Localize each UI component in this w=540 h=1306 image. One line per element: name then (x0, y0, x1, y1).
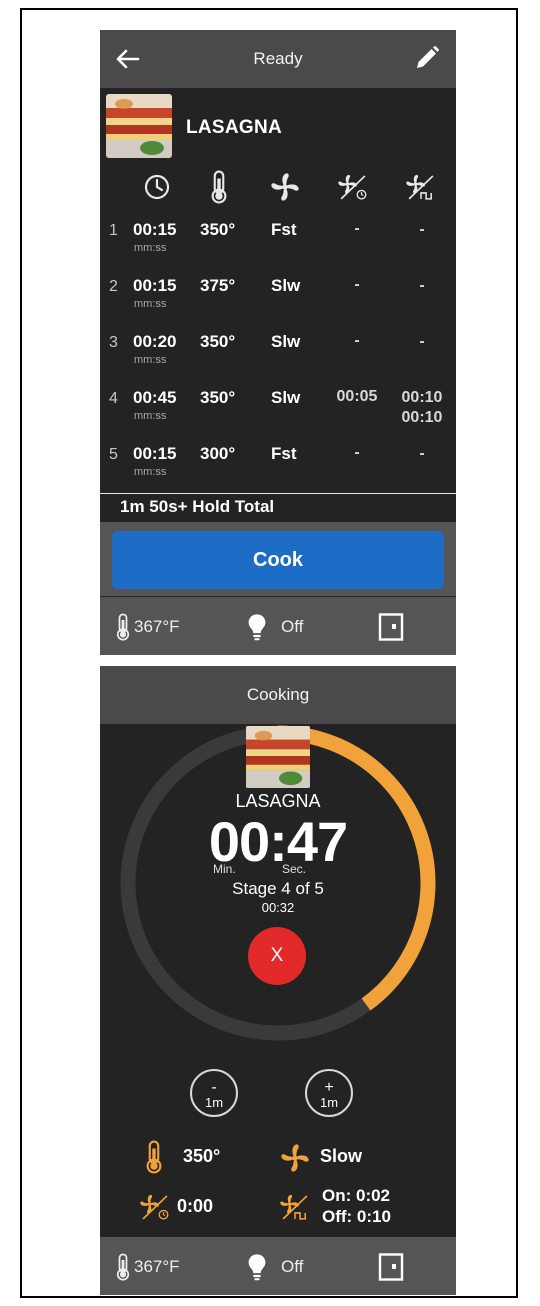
door-icon[interactable] (378, 613, 404, 641)
stage-number: 5 (109, 446, 118, 463)
cooking-temp: 350° (183, 1146, 221, 1166)
stage-fan: Fst (271, 444, 297, 463)
stage-cycle: - (354, 332, 360, 349)
countdown-timer: 00:47 (208, 810, 348, 873)
oven-thermometer-icon (114, 1253, 132, 1281)
stage-time: 00:45 (133, 388, 177, 407)
stage-fan: Fst (271, 220, 297, 239)
oven-thermometer-icon (114, 613, 132, 641)
ready-status-bar: 367°F Off (100, 597, 456, 655)
minus-sign: - (211, 1079, 217, 1096)
fan-pulse-icon (406, 174, 434, 200)
cooking-fan: Slow (320, 1146, 363, 1166)
stage-pulse: - (419, 277, 425, 294)
stage-pulse: - (419, 333, 425, 350)
fan-cycle-icon (140, 1194, 169, 1220)
edit-pencil-icon[interactable] (414, 45, 440, 71)
stage-row[interactable]: 4 00:45 mm:ss 350° Slw 00:05 00:10 00:10 (100, 384, 456, 440)
oven-temperature: 367°F (134, 1257, 180, 1276)
fan-pulse-icon (280, 1194, 308, 1220)
stage-time-unit: mm:ss (134, 242, 167, 254)
minus-1m-button[interactable]: - 1m (190, 1069, 238, 1117)
stage-fan: Slw (271, 388, 301, 407)
stage-pulse: 00:10 00:10 (394, 388, 450, 428)
thermometer-icon (144, 1140, 164, 1174)
seconds-label: Sec. (282, 862, 307, 876)
stage-pulse-off: 00:10 (401, 409, 443, 426)
stage-pulse-on: 00:10 (401, 389, 443, 406)
stage-pulse: - (419, 221, 425, 238)
light-status: Off (281, 617, 304, 636)
stage-time-unit: mm:ss (134, 354, 167, 366)
stage-fan: Slw (271, 332, 301, 351)
plus-1m-button[interactable]: + 1m (305, 1069, 353, 1117)
stage-row[interactable]: 5 00:15 mm:ss 300° Fst - - (100, 440, 456, 496)
cook-button[interactable]: Cook (112, 531, 444, 589)
thermometer-icon (209, 170, 229, 204)
minus-amount: 1m (204, 1095, 224, 1110)
minutes-label: Min. (213, 862, 236, 876)
stage-number: 4 (109, 390, 118, 407)
stage-indicator: Stage 4 of 5 (232, 879, 324, 898)
plus-sign: + (324, 1079, 334, 1096)
stage-number: 2 (109, 278, 118, 295)
stop-button[interactable]: X (248, 927, 306, 985)
fan-cycle-icon (338, 174, 367, 200)
stage-temp: 350° (200, 388, 236, 407)
stage-time: 00:15 (133, 220, 177, 239)
cooking-status-bar: 367°F Off (100, 1237, 456, 1295)
recipe-name: LASAGNA (186, 117, 283, 138)
time-icon (144, 174, 170, 200)
stage-cycle: - (354, 276, 360, 293)
door-icon[interactable] (378, 1253, 404, 1281)
stage-cycle: - (354, 220, 360, 237)
stage-time: 00:20 (133, 332, 177, 351)
stage-time-unit: mm:ss (134, 410, 167, 422)
stage-row[interactable]: 2 00:15 mm:ss 375° Slw - - (100, 272, 456, 328)
pulse-off: Off: 0:10 (322, 1207, 391, 1226)
cooking-top-bar: Cooking (100, 666, 456, 724)
cooking-screen: Cooking LASAGNA 00:47 Min. Sec. Stage 4 … (100, 666, 456, 1295)
stage-pulse: - (419, 445, 425, 462)
ready-title: Ready (253, 49, 303, 68)
stage-row[interactable]: 1 00:15 mm:ss 350° Fst - - (100, 216, 456, 272)
stage-temp: 350° (200, 332, 236, 351)
cooking-title: Cooking (246, 685, 310, 704)
plus-amount: 1m (319, 1095, 339, 1110)
cooking-cycle: 0:00 (177, 1196, 214, 1216)
light-status: Off (281, 1257, 304, 1276)
stage-number: 3 (109, 334, 118, 351)
stage-time-unit: mm:ss (134, 466, 167, 478)
stage-temp: 300° (200, 444, 236, 463)
ready-top-bar: Ready (100, 30, 456, 88)
stage-temp: 350° (200, 220, 236, 239)
oven-temperature: 367°F (134, 617, 180, 636)
fan-icon (268, 170, 302, 204)
total-divider (100, 493, 456, 494)
light-bulb-icon[interactable] (246, 613, 268, 641)
stage-cycle: - (354, 444, 360, 461)
ready-screen: Ready LASAGNA 1 00:15 mm:ss 350° Fst - - (100, 30, 456, 655)
light-bulb-icon[interactable] (246, 1253, 268, 1281)
recipe-image (106, 94, 172, 158)
cook-strip: Cook (100, 522, 456, 596)
recipe-image (245, 726, 311, 788)
fan-icon (278, 1141, 312, 1175)
stage-time: 00:15 (133, 276, 177, 295)
stage-remaining: 00:32 (261, 900, 295, 915)
stage-time-unit: mm:ss (134, 298, 167, 310)
stage-fan: Slw (271, 276, 301, 295)
stage-row[interactable]: 3 00:20 mm:ss 350° Slw - - (100, 328, 456, 384)
stage-time: 00:15 (133, 444, 177, 463)
total-time: 1m 50s+ Hold Total (120, 497, 275, 516)
stage-cycle: 00:05 (336, 388, 378, 405)
stage-temp: 375° (200, 276, 236, 295)
stage-number: 1 (109, 222, 118, 239)
pulse-on: On: 0:02 (322, 1186, 391, 1205)
